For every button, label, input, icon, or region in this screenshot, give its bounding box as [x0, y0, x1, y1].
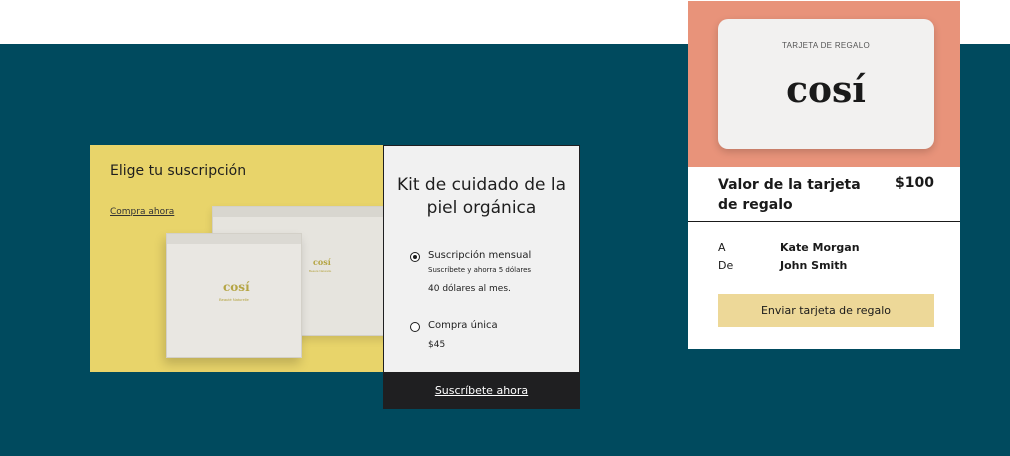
box-subtitle: Beauté Naturelle	[309, 269, 332, 273]
recipient-label: A	[718, 241, 726, 254]
kit-title: Kit de cuidado de la piel orgánica	[396, 175, 567, 218]
brand-logo: cosí	[786, 69, 866, 111]
radio-selected-icon[interactable]	[410, 252, 420, 262]
subscription-promo-card: Elige tu suscripción Compra ahora cosí B…	[90, 145, 383, 372]
sender-label: De	[718, 259, 734, 272]
option-price: 40 dólares al mes.	[428, 284, 511, 294]
send-gift-card-button[interactable]: Enviar tarjeta de regalo	[718, 294, 934, 327]
shop-now-link[interactable]: Compra ahora	[110, 207, 174, 217]
radio-unselected-icon[interactable]	[410, 322, 420, 332]
gift-card-price: $100	[895, 175, 934, 191]
gift-card-panel: TARJETA DE REGALO cosí Valor de la tarje…	[688, 1, 960, 349]
box-lid	[213, 207, 383, 217]
divider	[688, 221, 960, 222]
box-subtitle: Beauté Naturelle	[219, 297, 249, 302]
box-lid	[167, 234, 301, 244]
option-price: $45	[428, 340, 446, 350]
option-note: Suscríbete y ahorra 5 dólares	[428, 266, 532, 274]
product-box-front: cosí Beauté Naturelle	[166, 233, 302, 358]
kit-panel: Kit de cuidado de la piel orgánica Suscr…	[383, 145, 580, 409]
promo-title: Elige tu suscripción	[110, 163, 247, 179]
gift-card-header: TARJETA DE REGALO cosí	[688, 1, 960, 167]
recipient-value: Kate Morgan	[780, 241, 860, 254]
gift-card-value-title: Valor de la tarjeta de regalo	[718, 177, 861, 213]
option-label: Suscripción mensual	[428, 250, 532, 261]
box-logo: cosí	[313, 257, 331, 267]
box-logo: cosí	[223, 280, 250, 294]
subscribe-now-button[interactable]: Suscríbete ahora	[383, 372, 580, 409]
option-label: Compra única	[428, 320, 498, 331]
sender-value: John Smith	[780, 259, 848, 272]
gift-card-preview: TARJETA DE REGALO cosí	[718, 19, 934, 149]
gift-card-label: TARJETA DE REGALO	[782, 41, 870, 50]
